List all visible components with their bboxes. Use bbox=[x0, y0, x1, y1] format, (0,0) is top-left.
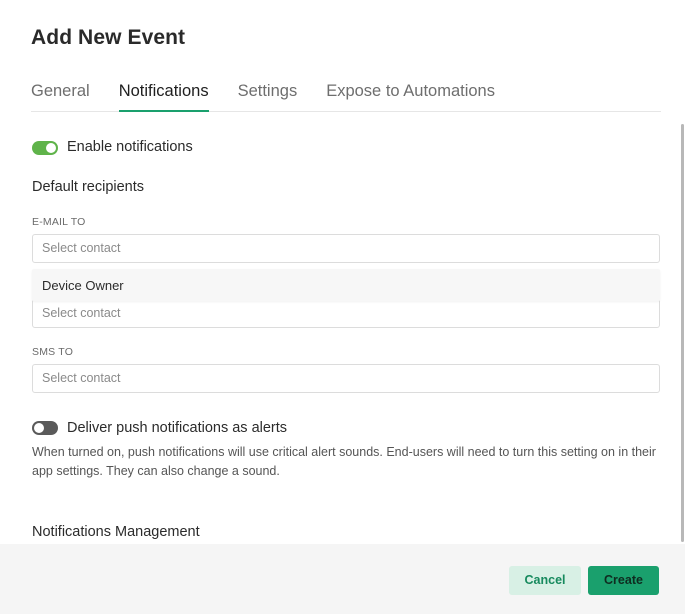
contact-select[interactable]: Select contact bbox=[32, 299, 660, 328]
notifications-management-heading: Notifications Management bbox=[32, 524, 200, 540]
sms-to-select[interactable]: Select contact bbox=[32, 364, 660, 393]
push-alerts-toggle[interactable] bbox=[32, 421, 58, 435]
dialog-footer bbox=[0, 544, 685, 614]
email-to-select[interactable]: Select contact bbox=[32, 234, 660, 263]
default-recipients-heading: Default recipients bbox=[32, 179, 145, 195]
dropdown-option-device-owner[interactable]: Device Owner bbox=[42, 278, 124, 293]
contact-dropdown: Device Owner bbox=[32, 269, 660, 301]
email-to-label: E-MAIL TO bbox=[32, 216, 86, 228]
push-alerts-label: Deliver push notifications as alerts bbox=[67, 420, 288, 436]
tab-notifications[interactable]: Notifications bbox=[118, 80, 209, 112]
toggle-knob bbox=[34, 423, 44, 433]
email-to-placeholder: Select contact bbox=[42, 241, 121, 255]
push-alerts-help-text: When turned on, push notifications will … bbox=[32, 445, 656, 478]
sms-to-placeholder: Select contact bbox=[42, 371, 121, 385]
toggle-knob bbox=[46, 143, 56, 153]
content-scrollbar[interactable] bbox=[681, 124, 684, 542]
tab-general[interactable]: General bbox=[31, 80, 90, 112]
sms-to-label: SMS TO bbox=[32, 346, 74, 358]
enable-notifications-toggle[interactable] bbox=[32, 141, 58, 155]
dialog-title: Add New Event bbox=[31, 26, 186, 49]
cancel-button[interactable]: Cancel bbox=[509, 566, 581, 595]
enable-notifications-label: Enable notifications bbox=[67, 139, 193, 155]
create-button[interactable]: Create bbox=[588, 566, 659, 595]
tab-expose-to-automations[interactable]: Expose to Automations bbox=[326, 80, 495, 112]
tab-settings[interactable]: Settings bbox=[238, 80, 298, 112]
tab-bar: General Notifications Settings Expose to… bbox=[31, 80, 661, 112]
contact-select-placeholder: Select contact bbox=[42, 306, 121, 320]
